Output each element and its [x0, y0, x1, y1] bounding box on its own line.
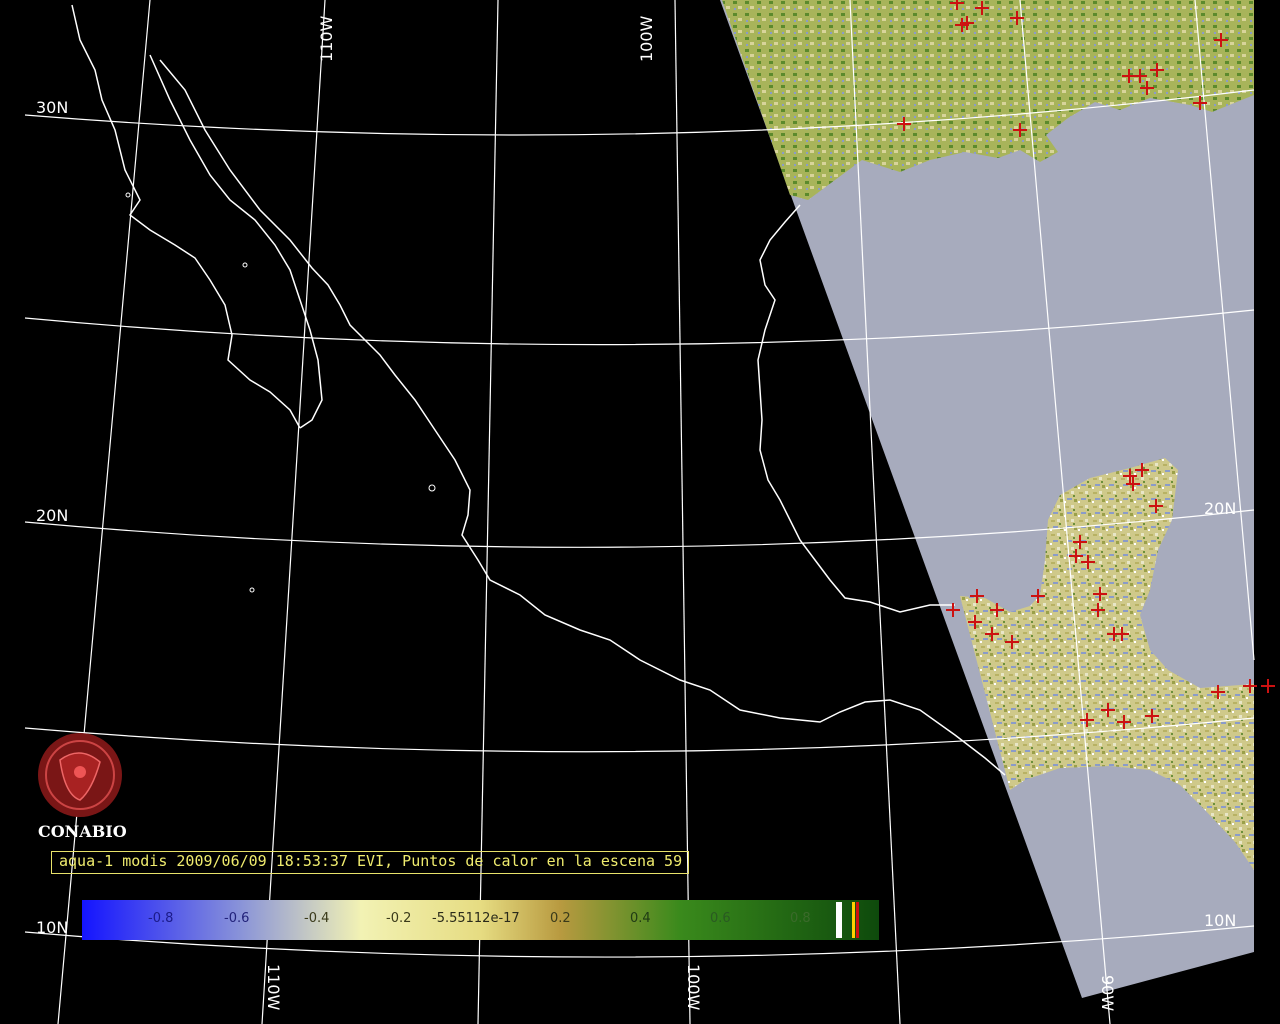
colorbar-tick-label: 0.4: [630, 911, 651, 926]
colorbar-tick-label: -0.8: [148, 911, 174, 926]
label-100w-bottom: 100W: [684, 964, 703, 1011]
label-90w-bottom: 90W: [1098, 975, 1117, 1011]
colorbar-tick-label: 0.6: [710, 911, 731, 926]
label-20n-left: 20N: [36, 506, 68, 525]
colorbar-tick-label: -0.6: [224, 911, 250, 926]
label-110w-top: 110W: [317, 15, 336, 62]
label-10n-left: 10N: [36, 918, 68, 937]
coastline-baja-east: [149, 54, 323, 429]
label-10n-right: 10N: [1204, 911, 1236, 930]
fire-marker: [1261, 679, 1275, 693]
colorbar-tick-label: 0.8: [790, 911, 811, 926]
label-30n: 30N: [36, 98, 68, 117]
label-110w-bottom: 110W: [264, 964, 283, 1011]
label-20n-right: 20N: [1204, 499, 1236, 518]
conabio-logo: [38, 733, 122, 817]
logo-label: CONABIO: [38, 822, 127, 841]
colorbar-tick-label: -0.2: [386, 911, 412, 926]
colorbar-tick-label: 0.2: [550, 911, 571, 926]
scene-caption: aqua-1 modis 2009/06/09 18:53:37 EVI, Pu…: [59, 852, 683, 870]
label-100w-top: 100W: [637, 15, 656, 62]
colorbar-tick-label: -0.4: [304, 911, 330, 926]
colorbar-tick-label: -5.55112e-17: [432, 911, 520, 926]
